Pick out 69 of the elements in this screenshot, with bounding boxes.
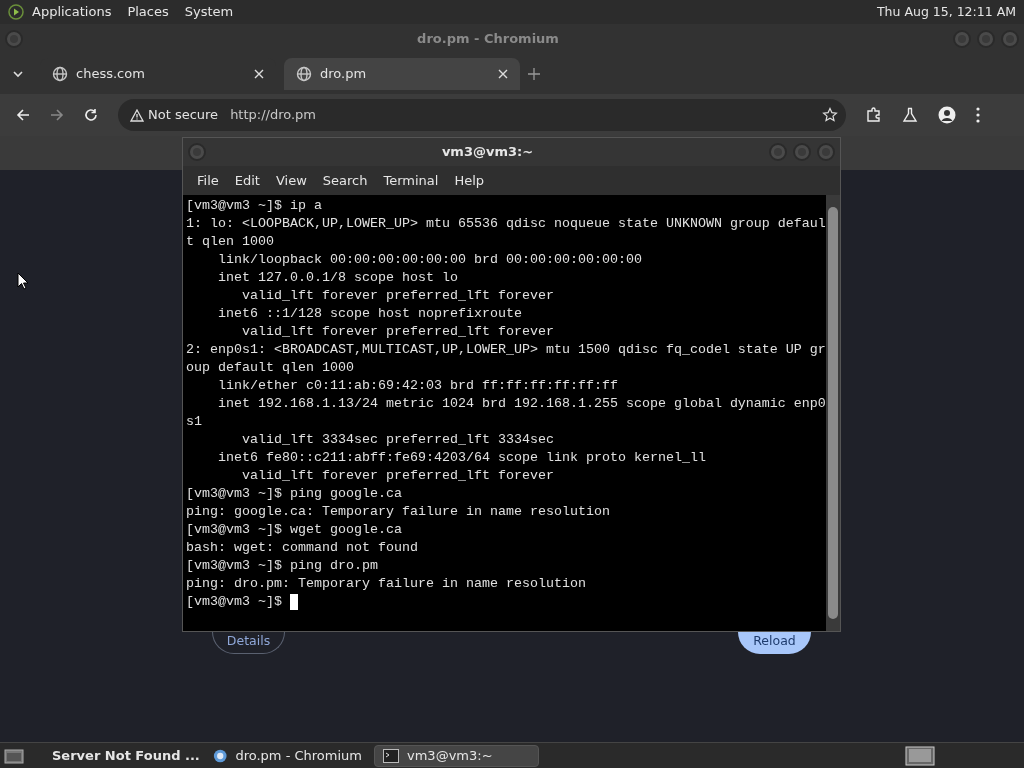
terminal-line: inet6 fe80::c211:abff:fe69:4203/64 scope link proto kernel_ll: [217, 449, 706, 467]
taskbar-item[interactable]: dro.pm - Chromium: [205, 744, 370, 767]
profile-icon[interactable]: [938, 106, 956, 124]
security-label: Not secure: [148, 106, 219, 125]
desktop-icon[interactable]: [4, 747, 24, 764]
terminal-line: ping: dro.pm: Temporary failure in name resolution: [186, 575, 586, 593]
text-cursor: [290, 594, 298, 610]
terminal-line: [vm3@vm3 ~]$ ping google.ca: [186, 485, 402, 503]
menu-item[interactable]: Terminal: [377, 170, 445, 191]
terminal-line: bash: wget: command not found: [186, 539, 418, 557]
menu-item[interactable]: Search: [316, 170, 374, 191]
globe-icon: [52, 66, 68, 82]
plus-icon[interactable]: [528, 68, 540, 80]
terminal-line: s1: [186, 413, 202, 431]
terminal-line: link/loopback 00:00:00:00:00:00 brd 00:00:00:00:00:00: [217, 251, 642, 269]
terminal-line: valid_lft forever preferred_lft forever: [241, 323, 554, 341]
terminal-line: 2: enp0s1: <BROADCAST,MULTICAST,UP,LOWER_UP> mtu 1500 qdisc fq_codel state UP gr: [186, 341, 826, 359]
menu-icon[interactable]: [976, 107, 980, 123]
address-bar[interactable]: Not secure http://dro.pm: [118, 99, 846, 131]
terminal-line: valid_lft forever preferred_lft forever: [241, 467, 554, 485]
warning-icon: [130, 108, 144, 122]
terminal-line: t qlen 1000: [186, 233, 274, 251]
terminal-line: valid_lft 3334sec preferred_lft 3334sec: [241, 431, 554, 449]
terminal-line: inet6 ::1/128 scope host noprefixroute: [217, 305, 522, 323]
menu-item[interactable]: Help: [448, 170, 491, 191]
terminal-line: ping: google.ca: Temporary failure in name resolution: [186, 503, 610, 521]
taskbar-item[interactable]: Server Not Found ...: [36, 744, 201, 767]
menu-item[interactable]: File: [191, 170, 225, 191]
tab-title: chess.com: [76, 65, 146, 84]
window-title: dro.pm - Chromium: [416, 30, 560, 49]
workspace-icon[interactable]: [905, 745, 935, 766]
terminal-line: [vm3@vm3 ~]$ ping dro.pm: [186, 557, 378, 575]
terminal-line: inet 192.168.1.13/24 metric 1024 brd 192.168.1.255 scope global dynamic enp0: [217, 395, 826, 413]
terminal-line: oup default qlen 1000: [186, 359, 354, 377]
panel-menu[interactable]: System: [184, 2, 234, 22]
panel-menu[interactable]: Applications: [32, 2, 112, 22]
browser-icon: [213, 747, 228, 764]
close-icon[interactable]: [254, 69, 264, 79]
terminal-line: inet 127.0.0.1/8 scope host lo: [217, 269, 458, 287]
terminal-icon: [383, 748, 399, 763]
taskbar-item[interactable]: vm3@vm3:~: [374, 744, 539, 767]
reload-icon[interactable]: [84, 108, 98, 122]
menu-item[interactable]: View: [269, 170, 313, 191]
mouse-pointer-icon: [17, 272, 29, 290]
page-button[interactable]: Reload: [738, 632, 811, 654]
globe-icon: [296, 66, 312, 82]
terminal-line: [vm3@vm3 ~]$ wget google.ca: [186, 521, 402, 539]
flask-icon[interactable]: [902, 107, 918, 123]
chevron-down-icon[interactable]: [12, 68, 24, 80]
back-icon[interactable]: [16, 108, 30, 122]
clock[interactable]: Thu Aug 15, 12:11 AM: [876, 2, 1016, 22]
terminal-line: link/ether c0:11:ab:69:42:03 brd ff:ff:ff:ff:ff:ff: [217, 377, 618, 395]
scrollbar[interactable]: [826, 195, 840, 631]
tab-title: dro.pm: [320, 65, 368, 84]
forward-icon[interactable]: [50, 108, 64, 122]
security-chip[interactable]: Not secure: [126, 105, 223, 125]
menu-item[interactable]: Edit: [228, 170, 266, 191]
logo-icon: [8, 4, 24, 20]
window-title: vm3@vm3:~: [440, 143, 535, 162]
close-icon[interactable]: [498, 69, 508, 79]
terminal-line: [vm3@vm3 ~]$ ip a: [186, 197, 322, 215]
puzzle-icon[interactable]: [866, 107, 882, 123]
star-icon[interactable]: [822, 107, 838, 123]
panel-menu[interactable]: Places: [127, 2, 169, 22]
url-text: http://dro.pm: [230, 106, 318, 125]
terminal-line: [vm3@vm3 ~]$: [186, 593, 283, 611]
terminal-line: 1: lo: <LOOPBACK,UP,LOWER_UP> mtu 65536 qdisc noqueue state UNKNOWN group defaul: [186, 215, 826, 233]
terminal-line: valid_lft forever preferred_lft forever: [241, 287, 554, 305]
browser-tab[interactable]: dro.pm: [284, 58, 520, 90]
